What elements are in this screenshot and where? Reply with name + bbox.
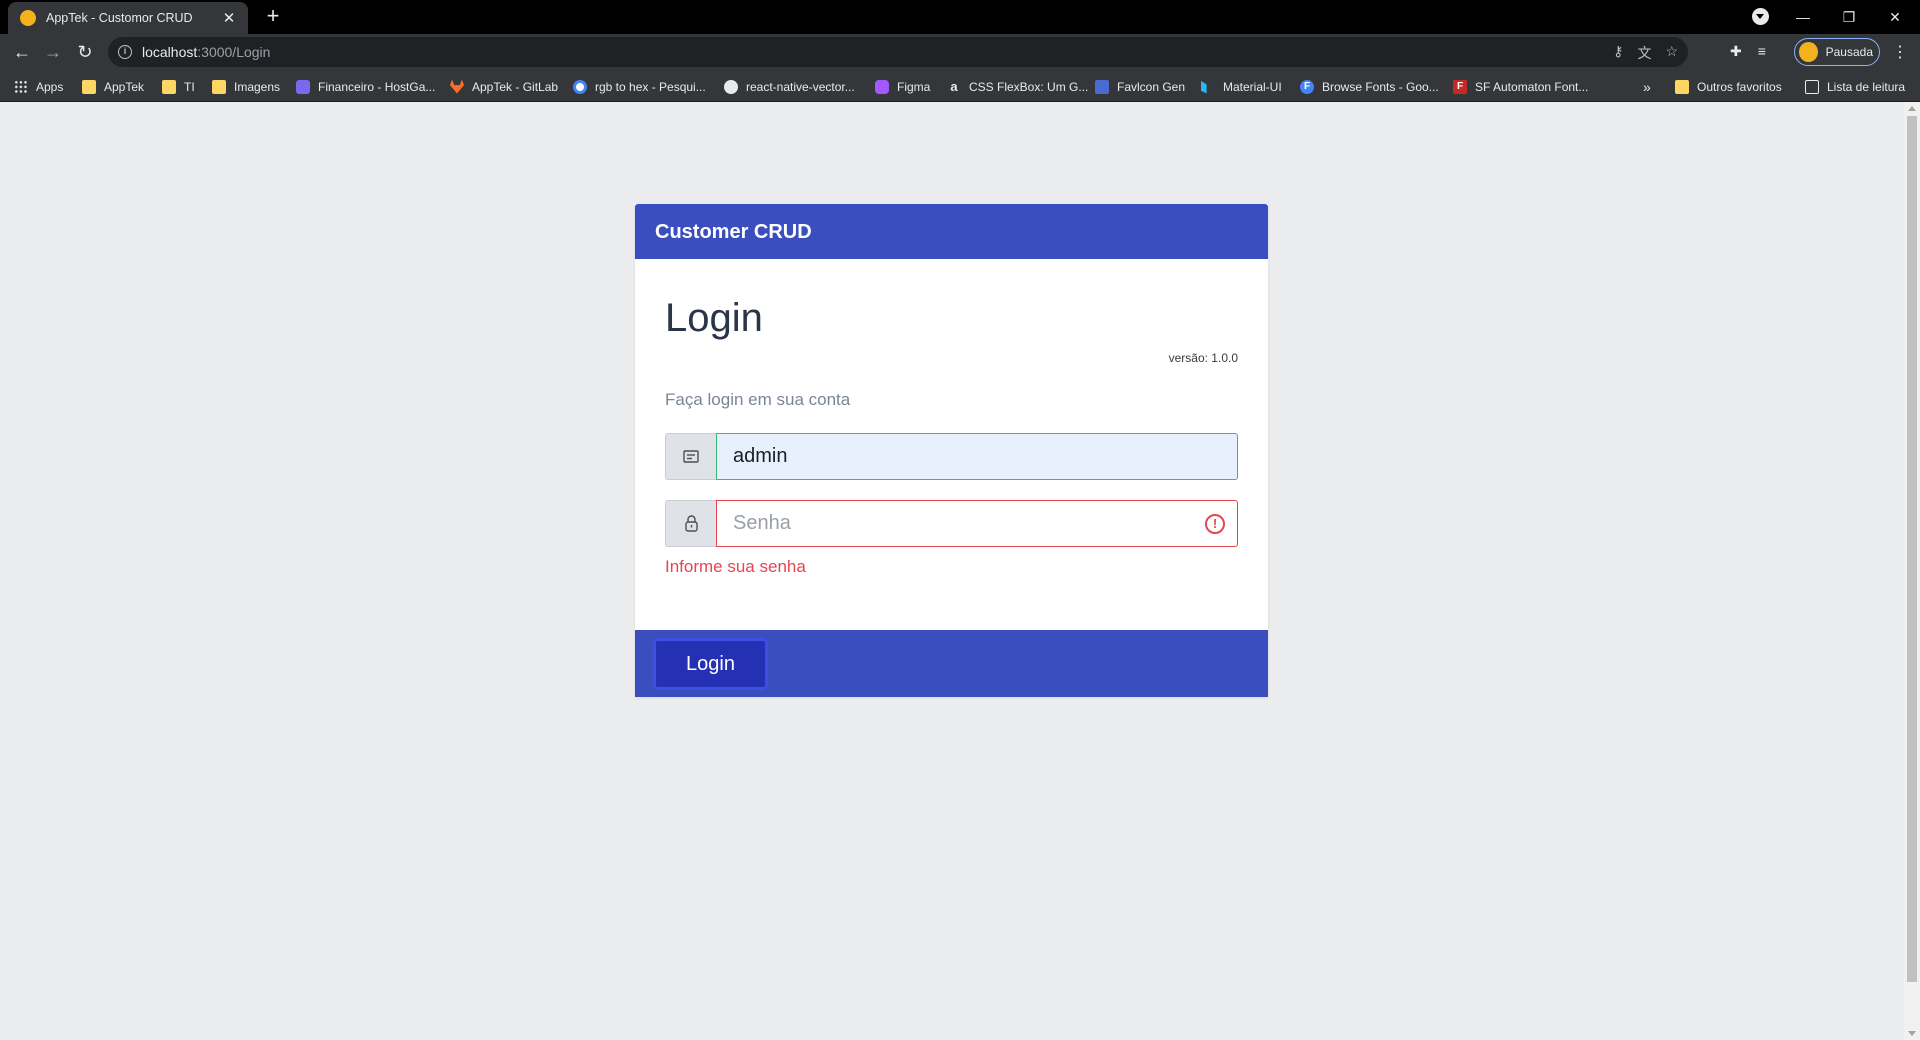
folder-icon <box>212 79 226 94</box>
chrome-menu-icon[interactable]: ⋮ <box>1892 42 1908 62</box>
scrollbar-thumb[interactable] <box>1907 116 1917 982</box>
bookmarks-bar: Apps AppTek TI Imagens Financeiro - Host… <box>0 70 1920 102</box>
profile-status: Pausada <box>1825 45 1873 59</box>
apptek-favicon-icon <box>20 10 36 26</box>
browser-tab-strip: AppTek - Customor CRUD ✕ + — ❐ ✕ <box>0 0 1920 34</box>
tab-title: AppTek - Customor CRUD <box>46 11 193 25</box>
amazon-icon: a <box>950 78 958 94</box>
bookmark-figma[interactable]: Figma <box>875 78 930 95</box>
card-header: Customer CRUD <box>635 204 1268 259</box>
restore-button[interactable]: ❐ <box>1826 9 1872 26</box>
avatar <box>1799 42 1818 62</box>
window-close-button[interactable]: ✕ <box>1872 9 1918 26</box>
username-input[interactable]: admin <box>716 433 1238 480</box>
login-subtitle: Faça login em sua conta <box>665 390 851 409</box>
reading-list[interactable]: Lista de leitura <box>1805 78 1905 95</box>
password-placeholder: Senha <box>733 512 791 534</box>
window-controls: — ❐ ✕ <box>1780 0 1918 34</box>
bookmark-sf-automaton[interactable]: F SF Automaton Font... <box>1453 78 1588 95</box>
browser-toolbar: ← → ↻ i localhost :3000/Login ⚷ 文 ☆ ✚ ≡ … <box>0 34 1920 70</box>
bookmark-gitlab[interactable]: AppTek - GitLab <box>450 78 558 95</box>
version-label: versão: 1.0.0 <box>1168 351 1238 365</box>
folder-icon <box>1675 79 1689 94</box>
bookmark-material-ui[interactable]: Material-UI <box>1201 78 1282 95</box>
login-button[interactable]: Login <box>653 638 768 690</box>
lock-icon <box>665 500 716 547</box>
media-queue-icon[interactable]: ≡ <box>1758 43 1766 60</box>
extension-icons: ✚ ≡ <box>1730 43 1766 60</box>
key-icon[interactable]: ⚷ <box>1613 43 1623 63</box>
extensions-puzzle-icon[interactable]: ✚ <box>1730 43 1742 60</box>
username-field: admin <box>665 433 1238 480</box>
hostgator-icon <box>296 79 310 94</box>
tab-search-icon[interactable] <box>1752 8 1769 25</box>
bookmark-css-flexbox[interactable]: a CSS FlexBox: Um G... <box>947 78 1088 95</box>
browser-tab[interactable]: AppTek - Customor CRUD ✕ <box>8 2 248 34</box>
profile-button[interactable]: Pausada <box>1794 38 1880 66</box>
globe-icon <box>724 79 738 94</box>
app-title: Customer CRUD <box>655 221 812 243</box>
url-path: :3000/Login <box>197 44 271 60</box>
password-field: Senha ! <box>665 500 1238 547</box>
reload-button[interactable]: ↻ <box>73 40 97 64</box>
scroll-down-arrow-icon[interactable] <box>1908 1031 1916 1036</box>
favicon-gen-icon <box>1095 79 1109 94</box>
error-exclamation-icon: ! <box>1205 514 1225 534</box>
tab-close-icon[interactable]: ✕ <box>220 9 238 27</box>
google-fonts-icon: F <box>1300 79 1314 94</box>
bookmark-apptek[interactable]: AppTek <box>82 78 144 95</box>
sf-automaton-icon: F <box>1453 79 1467 94</box>
login-card: Customer CRUD Login versão: 1.0.0 Faça l… <box>635 204 1268 697</box>
minimize-button[interactable]: — <box>1780 9 1826 25</box>
new-tab-button[interactable]: + <box>260 4 286 30</box>
bookmark-google-fonts[interactable]: F Browse Fonts - Goo... <box>1300 78 1439 95</box>
folder-icon <box>162 79 176 94</box>
google-icon <box>573 79 587 94</box>
url-host: localhost <box>142 44 198 60</box>
translate-icon[interactable]: 文 <box>1637 43 1651 63</box>
omnibox-actions: ⚷ 文 ☆ <box>1613 43 1678 63</box>
password-error-message: Informe sua senha <box>665 557 806 576</box>
material-ui-icon <box>1201 80 1207 94</box>
bookmark-imagens[interactable]: Imagens <box>212 78 280 95</box>
bookmarks-overflow-icon[interactable]: » <box>1643 78 1651 95</box>
password-input[interactable]: Senha ! <box>716 500 1238 547</box>
bookmark-react-native-vector[interactable]: react-native-vector... <box>724 78 855 95</box>
bookmark-rgb-to-hex[interactable]: rgb to hex - Pesqui... <box>573 78 706 95</box>
address-bar[interactable]: i localhost :3000/Login ⚷ 文 ☆ <box>108 37 1688 67</box>
reading-list-icon <box>1805 79 1819 94</box>
bookmark-apps[interactable]: Apps <box>14 78 63 95</box>
folder-icon <box>82 79 96 94</box>
scroll-up-arrow-icon[interactable] <box>1908 106 1916 111</box>
bookmark-financeiro[interactable]: Financeiro - HostGa... <box>296 78 435 95</box>
bookmark-favicon-gen[interactable]: Favlcon Gen <box>1095 78 1185 95</box>
apps-icon <box>14 79 28 94</box>
bookmark-ti[interactable]: TI <box>162 78 195 95</box>
site-info-icon[interactable]: i <box>118 45 132 59</box>
page-title: Login <box>665 296 763 340</box>
forward-button[interactable]: → <box>41 40 65 64</box>
user-card-icon <box>665 433 716 480</box>
other-bookmarks-folder[interactable]: Outros favoritos <box>1675 78 1782 95</box>
back-button[interactable]: ← <box>10 40 34 64</box>
star-icon[interactable]: ☆ <box>1665 43 1678 63</box>
card-footer: Login <box>635 630 1268 697</box>
gitlab-icon <box>450 79 464 94</box>
page-scrollbar[interactable] <box>1904 102 1920 1040</box>
figma-icon <box>875 79 889 94</box>
